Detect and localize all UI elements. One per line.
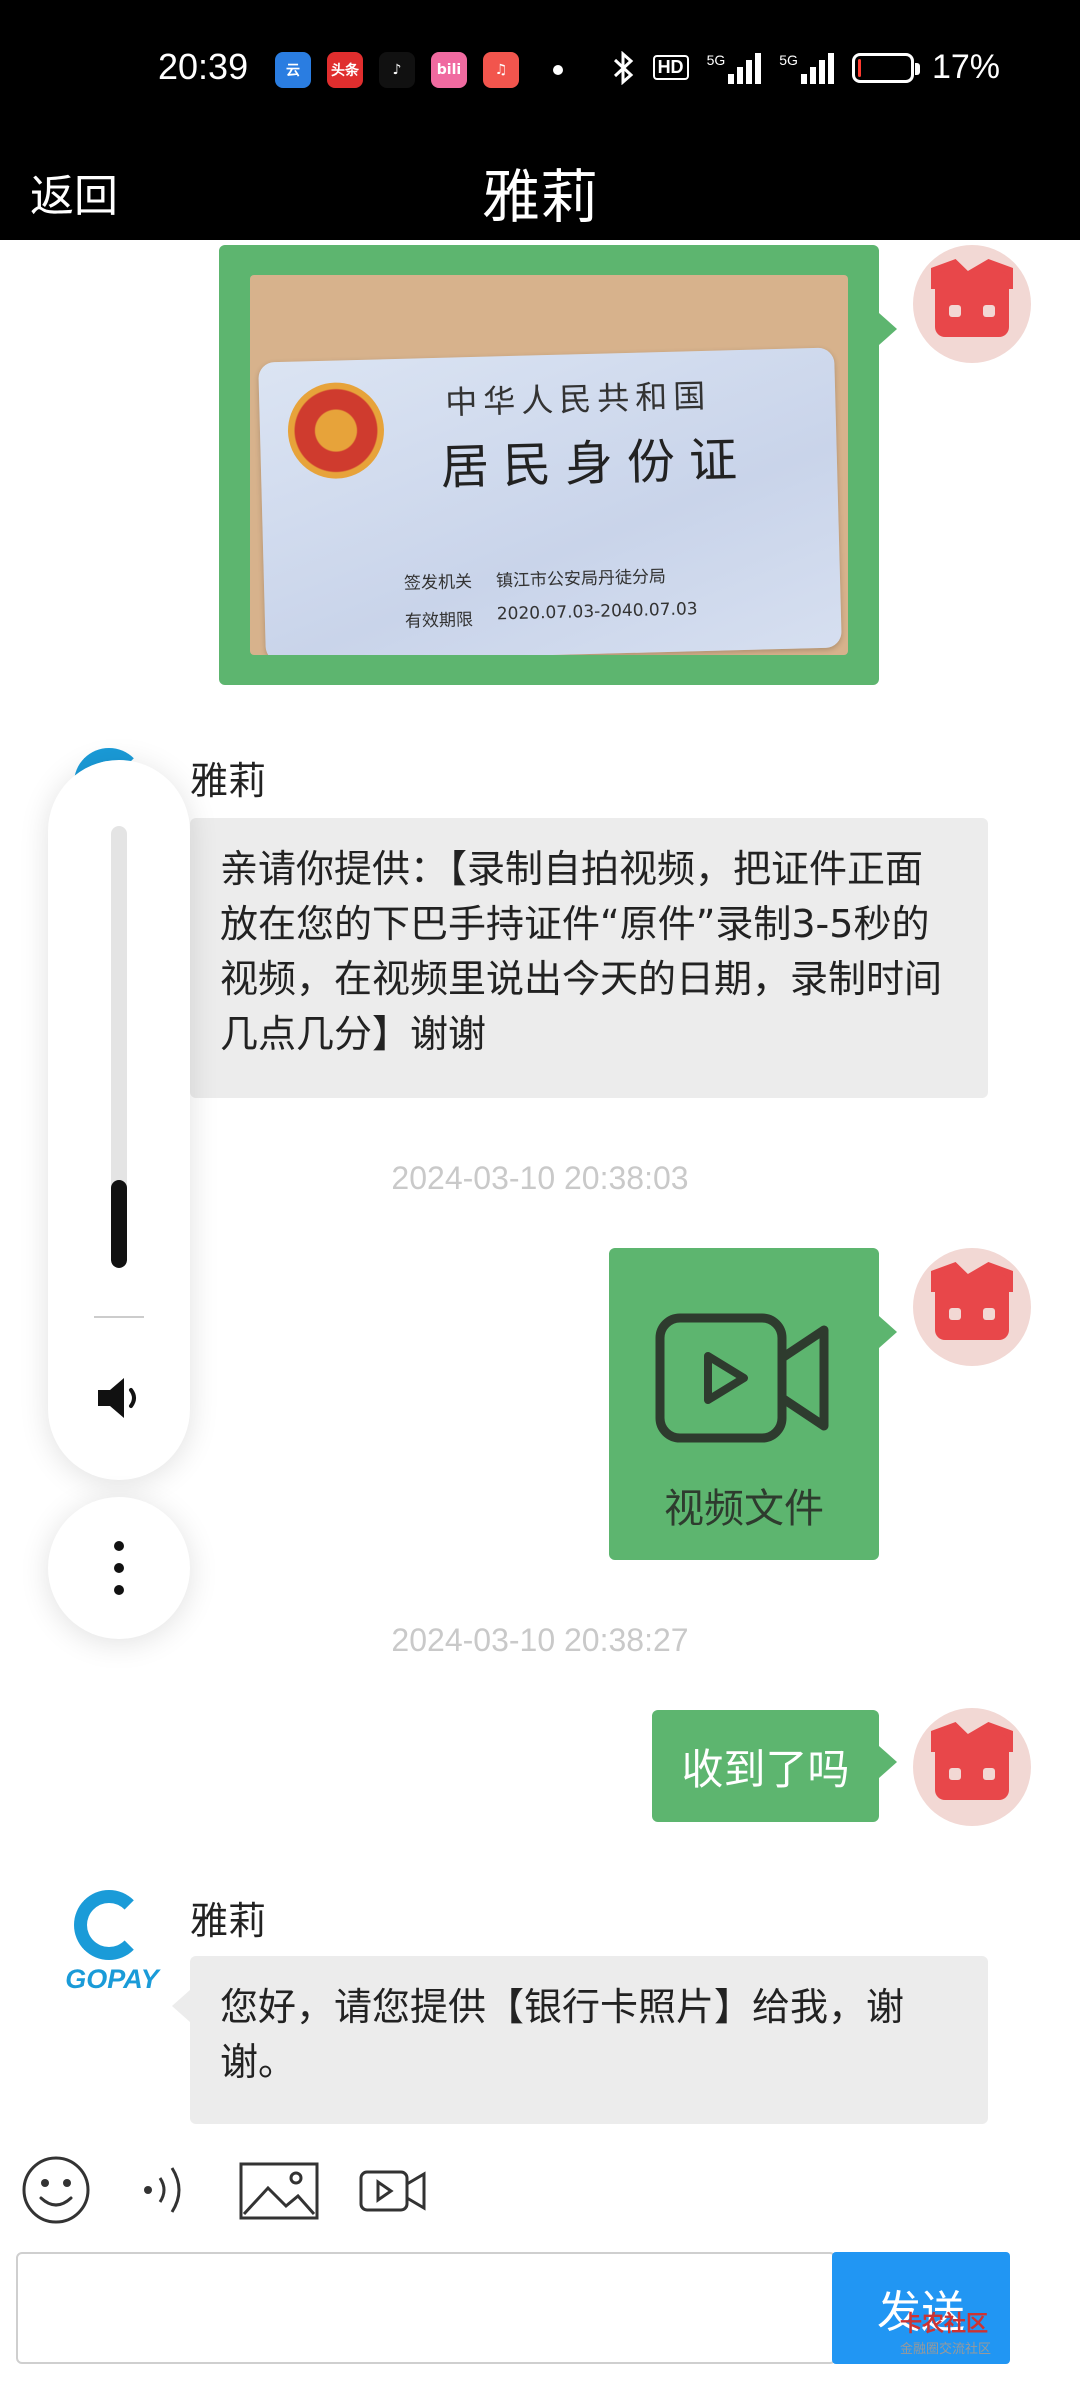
- voice-icon[interactable]: [138, 2154, 198, 2226]
- divider: [94, 1316, 144, 1318]
- emoji-icon[interactable]: [20, 2154, 92, 2226]
- bubble-tail: [172, 1990, 190, 2022]
- sender-name: 雅莉: [190, 1899, 267, 1943]
- battery-level: [857, 58, 862, 77]
- volume-level: [111, 1179, 127, 1268]
- input-row: 发送 卡农社区 金融圈交流社区: [0, 2250, 1080, 2400]
- id-issuer-value: 镇江市公安局丹徒分局: [495, 566, 667, 592]
- more-vertical-icon-dot: [114, 1563, 124, 1573]
- id-card-line1: 中华人民共和国: [444, 376, 712, 422]
- bubble-tail: [879, 1316, 897, 1348]
- timestamp: 2024-03-10 20:38:27: [391, 1622, 689, 1658]
- image-icon[interactable]: [238, 2154, 320, 2226]
- video-file-label: 视频文件: [664, 1486, 824, 1532]
- bubble-tail: [879, 313, 897, 345]
- battery-percent: 17%: [931, 48, 1000, 86]
- message-text: 您好，请您提供【银行卡照片】给我，谢谢。: [220, 1985, 905, 2084]
- video-file-icon: [655, 1313, 829, 1443]
- bluetooth-icon: [613, 50, 633, 85]
- hd-voice-icon: HD: [652, 55, 689, 80]
- video-message-bubble[interactable]: 视频文件: [609, 1248, 897, 1560]
- more-vertical-icon-dot: [114, 1585, 124, 1595]
- my-avatar[interactable]: [913, 1708, 1031, 1826]
- chat-header: 返回 雅莉: [0, 140, 1080, 240]
- network-type-1: 5G: [706, 51, 726, 68]
- contact-avatar[interactable]: GOPAY: [52, 1890, 172, 2000]
- input-toolbar: [0, 2140, 1080, 2250]
- incoming-message-bubble[interactable]: 您好，请您提供【银行卡照片】给我，谢谢。: [172, 1956, 988, 2124]
- bilibili-notification-icon: bili: [431, 52, 467, 88]
- bubble-tail: [879, 1746, 897, 1778]
- more-options-button[interactable]: [48, 1497, 190, 1639]
- watermark-subtext: 金融圈交流社区: [900, 2342, 992, 2357]
- watermark-logo: 卡农社区 金融圈交流社区: [900, 2306, 991, 2357]
- gopay-label: GOPAY: [65, 1964, 159, 1994]
- id-card-photo[interactable]: 中华人民共和国 居民身份证 签发机关 镇江市公安局丹徒分局 有效期限 2020.…: [250, 275, 848, 655]
- incoming-message-bubble[interactable]: 亲请你提供：【录制自拍视频，把证件正面放在您的下巴手持证件“原件”录制3-5秒的…: [190, 818, 988, 1098]
- id-card-line2: 居民身份证: [440, 431, 752, 496]
- my-avatar[interactable]: [913, 245, 1031, 363]
- id-validity-value: 2020.07.03-2040.07.03: [496, 599, 698, 625]
- video-icon[interactable]: [358, 2154, 428, 2226]
- my-avatar[interactable]: [913, 1248, 1031, 1366]
- music-notification-icon: ♫: [483, 52, 519, 88]
- more-notifications-dot-icon: [553, 65, 563, 75]
- sender-name: 雅莉: [190, 759, 267, 803]
- chat-title: 雅莉: [481, 163, 598, 231]
- gopay-logo-icon: [74, 1890, 144, 1960]
- toutiao-notification-icon: 头条: [327, 52, 363, 88]
- volume-slider[interactable]: [111, 826, 127, 1268]
- id-card: 中华人民共和国 居民身份证 签发机关 镇江市公安局丹徒分局 有效期限 2020.…: [258, 347, 842, 655]
- battery-icon: [851, 52, 920, 83]
- message-text: 收到了吗: [681, 1744, 850, 1794]
- speaker-icon[interactable]: [94, 1368, 144, 1428]
- notification-icons: 云 头条 ♪ bili ♫: [275, 52, 563, 88]
- national-emblem-icon: [286, 381, 386, 480]
- signal-1-icon: 5G: [707, 52, 762, 84]
- volume-panel: [48, 760, 190, 1480]
- text-message-bubble[interactable]: 收到了吗: [652, 1710, 897, 1822]
- status-right: HD 5G 5G 17%: [613, 48, 1000, 87]
- app-notification-icon: 云: [275, 52, 311, 88]
- more-vertical-icon: [114, 1541, 124, 1551]
- status-time: 20:39: [158, 46, 249, 87]
- id-validity-label: 有效期限: [404, 610, 474, 632]
- message-text: 亲请你提供：【录制自拍视频，把证件正面放在您的下巴手持证件“原件”录制3-5秒的…: [220, 847, 943, 1056]
- message-input[interactable]: [16, 2252, 836, 2364]
- network-type-2: 5G: [779, 51, 798, 68]
- id-issuer-label: 签发机关: [403, 572, 473, 594]
- tiktok-notification-icon: ♪: [379, 52, 415, 88]
- status-bar: 20:39 云 头条 ♪ bili ♫ HD 5G 5G 17%: [0, 0, 1080, 140]
- watermark-text: 卡农社区: [900, 2312, 989, 2337]
- signal-2-icon: 5G: [779, 52, 834, 84]
